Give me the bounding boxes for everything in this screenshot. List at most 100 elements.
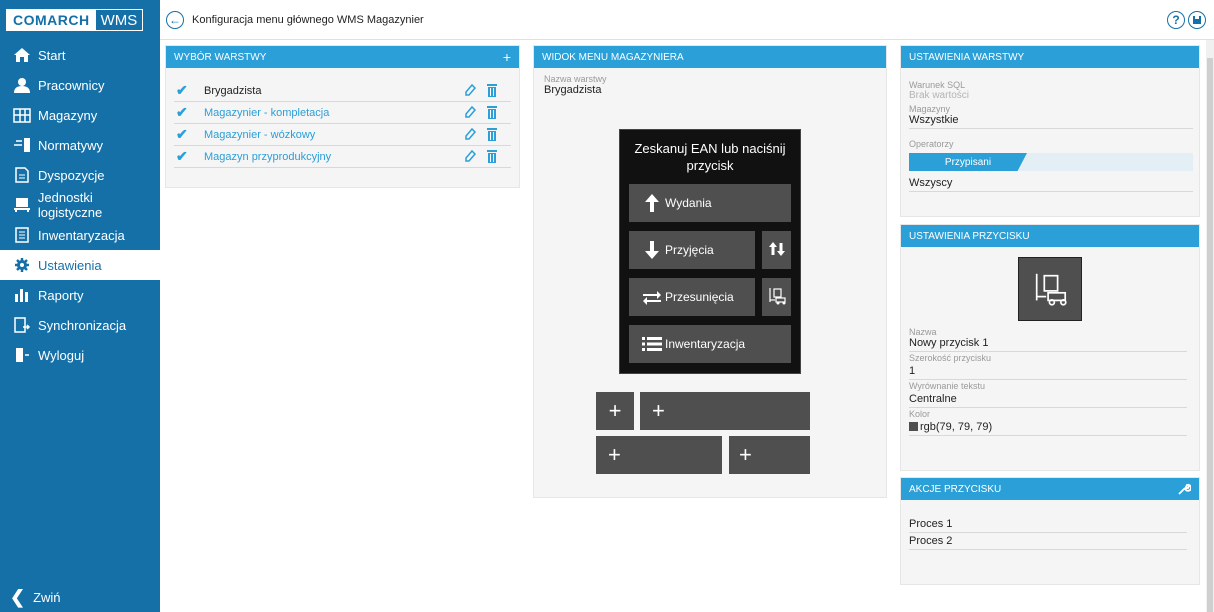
layer-name: Magazyn przyprodukcyjny <box>204 150 332 163</box>
sql-condition-input[interactable]: Brak wartości <box>909 90 1193 103</box>
row-actions <box>463 148 499 164</box>
trash-icon[interactable] <box>485 104 499 120</box>
layer-name-input[interactable]: Brygadzista <box>544 84 876 98</box>
panel-header: USTAWIENIA WARSTWY <box>901 46 1199 68</box>
button-width-label: Szerokość przycisku <box>909 353 992 363</box>
sidebar-item-synchronizacja[interactable]: Synchronizacja <box>0 310 160 340</box>
device-button-przyjecia[interactable]: Przyjęcia <box>629 231 755 269</box>
button-actions-panel: AKCJE PRZYCISKU Proces 1 Proces 2 <box>900 477 1200 585</box>
sidebar-item-raporty[interactable]: Raporty <box>0 280 160 310</box>
button-name-input[interactable]: Nowy przycisk 1 <box>909 337 1187 352</box>
gear-icon <box>12 256 32 274</box>
button-width-input[interactable]: 1 <box>909 365 1187 380</box>
tab-przypisani[interactable]: Przypisani <box>909 153 1027 171</box>
topbar: ← Konfiguracja menu głównego WMS Magazyn… <box>160 0 1214 40</box>
button-name-label: Nazwa <box>909 327 937 337</box>
sidebar-item-label: Magazyny <box>38 107 98 123</box>
brand: COMARCH WMS <box>0 0 160 40</box>
back-arrow-icon[interactable]: ← <box>166 10 184 29</box>
list-item[interactable]: ✔ Magazynier - kompletacja <box>174 102 511 124</box>
panel-title: USTAWIENIA PRZYCISKU <box>909 230 1030 242</box>
trash-icon[interactable] <box>485 148 499 164</box>
brand-company: COMARCH <box>7 10 96 30</box>
trash-icon[interactable] <box>485 82 499 98</box>
row-actions <box>463 104 499 120</box>
sidebar-item-label: Inwentaryzacja <box>38 227 125 243</box>
sidebar-item-normatywy[interactable]: Normatywy <box>0 130 160 160</box>
document-icon <box>12 166 32 184</box>
add-layer-button[interactable]: + <box>503 46 511 68</box>
operators-tabs: Przypisani <box>909 153 1193 171</box>
clipboard-icon <box>12 226 32 244</box>
warehouses-label: Magazyny <box>909 104 951 114</box>
layer-settings-panel: USTAWIENIA WARSTWY Warunek SQL Brak wart… <box>900 45 1200 217</box>
add-button-small[interactable]: + <box>596 392 634 430</box>
device-button-forklift[interactable] <box>762 278 791 316</box>
panel-title: WIDOK MENU MAGAZYNIERA <box>542 51 684 63</box>
edit-icon[interactable] <box>463 82 477 98</box>
operators-value[interactable]: Wszyscy <box>909 177 1193 192</box>
list-item[interactable]: Proces 2 <box>909 533 1187 550</box>
color-swatch <box>909 422 918 431</box>
field-label: Nazwa warstwy <box>544 74 607 84</box>
list-item[interactable]: ✔ Brygadzista <box>174 80 511 102</box>
layer-settings-fields: Warunek SQL Brak wartości Magazyny Wszys… <box>901 68 1199 192</box>
check-icon[interactable]: ✔ <box>176 148 190 165</box>
sidebar-item-magazyny[interactable]: Magazyny <box>0 100 160 130</box>
device-button-przesuniecia[interactable]: Przesunięcia <box>629 278 755 316</box>
device-button-updown[interactable] <box>762 231 791 269</box>
add-button-half-right[interactable]: + <box>729 436 810 474</box>
color-picker[interactable]: rgb(79, 79, 79) <box>909 421 1187 436</box>
collapse-sidebar-button[interactable]: ❮ Zwiń <box>0 582 160 612</box>
sidebar-item-start[interactable]: Start <box>0 40 160 70</box>
sidebar-item-ustawienia[interactable]: Ustawienia <box>0 250 160 280</box>
sidebar-item-dyspozycje[interactable]: Dyspozycje <box>0 160 160 190</box>
sidebar-item-wyloguj[interactable]: Wyloguj <box>0 340 160 370</box>
panel-header: AKCJE PRZYCISKU <box>901 478 1199 500</box>
layer-name-field: Nazwa warstwy Brygadzista <box>534 74 886 98</box>
save-icon[interactable] <box>1188 11 1206 29</box>
chevron-left-icon: ❮ <box>10 586 26 607</box>
page-scrollbar[interactable] <box>1206 40 1214 612</box>
sidebar-item-inwentaryzacja[interactable]: Inwentaryzacja <box>0 220 160 250</box>
check-icon[interactable]: ✔ <box>176 126 190 143</box>
list-item[interactable]: Proces 1 <box>909 516 1187 533</box>
scroll-thumb[interactable] <box>1207 58 1213 612</box>
warehouse-icon <box>12 106 32 124</box>
device-button-wydania[interactable]: Wydania <box>629 184 791 222</box>
sidebar-item-jednostki-logistyczne[interactable]: Jednostki logistyczne <box>0 190 160 220</box>
text-align-label: Wyrównanie tekstu <box>909 381 985 391</box>
edit-icon[interactable] <box>463 126 477 142</box>
panel-header: USTAWIENIA PRZYCISKU <box>901 225 1199 247</box>
list-icon <box>639 337 665 351</box>
check-icon[interactable]: ✔ <box>176 82 190 99</box>
panel-title: AKCJE PRZYCISKU <box>909 483 1002 495</box>
sidebar-item-label: Dyspozycje <box>38 167 105 183</box>
edit-icon[interactable] <box>463 148 477 164</box>
warehouses-select[interactable]: Wszystkie <box>909 114 1193 129</box>
wrench-icon[interactable] <box>1177 478 1191 500</box>
add-button-half-left[interactable]: + <box>596 436 722 474</box>
check-icon[interactable]: ✔ <box>176 104 190 121</box>
help-icon[interactable]: ? <box>1167 11 1185 29</box>
device-button-inwentaryzacja[interactable]: Inwentaryzacja <box>629 325 791 363</box>
trash-icon[interactable] <box>485 126 499 142</box>
device-button-label: Inwentaryzacja <box>665 337 746 351</box>
chart-icon <box>12 286 32 304</box>
button-icon-preview[interactable] <box>1018 257 1082 321</box>
edit-icon[interactable] <box>463 104 477 120</box>
sidebar-item-pracownicy[interactable]: Pracownicy <box>0 70 160 100</box>
top-actions: ? <box>1167 11 1206 29</box>
button-settings-panel: USTAWIENIA PRZYCISKU Nazwa Nowy przycisk… <box>900 224 1200 471</box>
text-align-select[interactable]: Centralne <box>909 393 1187 408</box>
device-title: Zeskanuj EAN lub naciśnij przycisk <box>634 141 786 173</box>
transfer-arrows-icon <box>639 289 665 305</box>
comarch-wms-logo[interactable]: COMARCH WMS <box>6 9 144 31</box>
logout-icon <box>12 346 32 364</box>
list-item[interactable]: ✔ Magazynier - wózkowy <box>174 124 511 146</box>
panel-header: WIDOK MENU MAGAZYNIERA <box>534 46 886 68</box>
list-item[interactable]: ✔ Magazyn przyprodukcyjny <box>174 146 511 168</box>
button-settings-fields: Nazwa Nowy przycisk 1 Szerokość przycisk… <box>901 327 1199 436</box>
layer-name: Magazynier - kompletacja <box>204 106 330 119</box>
add-button-wide[interactable]: + <box>640 392 810 430</box>
